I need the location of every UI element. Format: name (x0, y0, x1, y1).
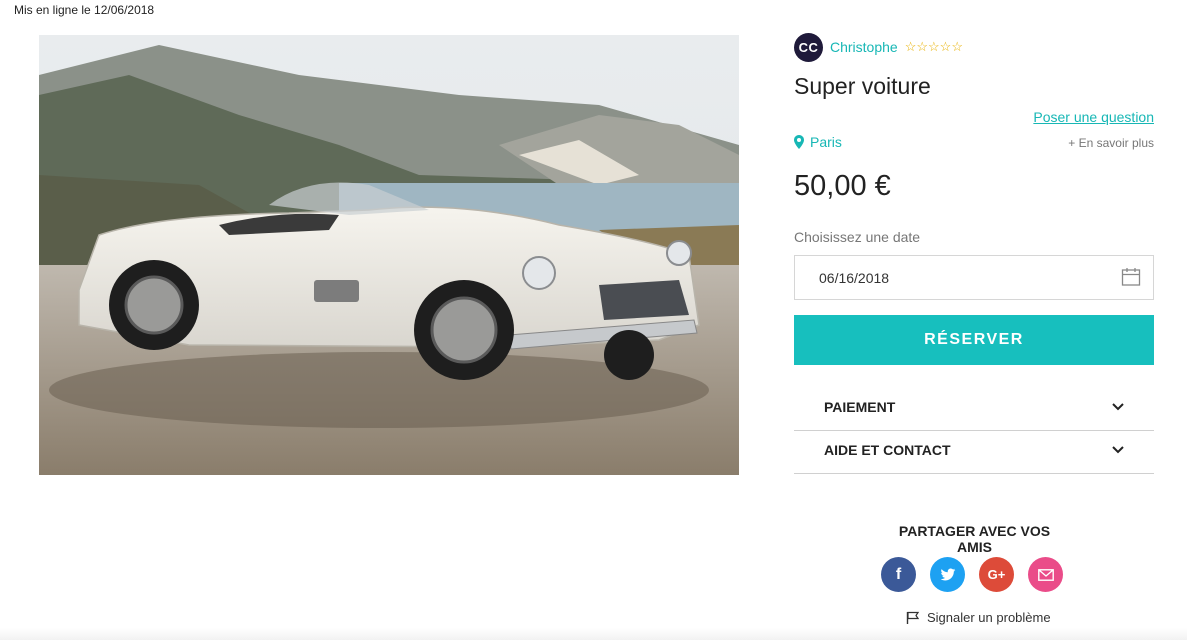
chevron-down-icon (1112, 446, 1124, 454)
share-title: PARTAGER AVEC VOS AMIS (898, 523, 1051, 555)
location[interactable]: Paris (794, 134, 842, 150)
report-label: Signaler un problème (927, 610, 1051, 625)
flag-icon (906, 611, 919, 624)
report-problem-link[interactable]: Signaler un problème (906, 610, 1051, 625)
ask-question-link[interactable]: Poser une question (1033, 109, 1154, 125)
car-image (39, 35, 739, 475)
seller-info: CC Christophe ☆☆☆☆☆ (794, 32, 963, 62)
email-icon (1037, 568, 1054, 581)
reserve-button[interactable]: RÉSERVER (794, 315, 1154, 365)
location-label: Paris (810, 134, 842, 150)
chevron-down-icon (1112, 403, 1124, 411)
date-value: 06/16/2018 (819, 269, 890, 286)
listing-title: Super voiture (794, 73, 931, 99)
facebook-icon: f (895, 565, 902, 583)
twitter-icon (940, 568, 955, 580)
map-pin-icon (794, 135, 804, 149)
accordion-label: AIDE ET CONTACT (824, 442, 951, 458)
accordion-help-contact[interactable]: AIDE ET CONTACT (794, 427, 1154, 474)
accordion-label: PAIEMENT (824, 399, 896, 415)
rating-stars: ☆☆☆☆☆ (904, 39, 963, 54)
learn-more-link[interactable]: + En savoir plus (1068, 136, 1154, 150)
google-plus-icon: G+ (987, 567, 1006, 582)
facebook-share-button[interactable]: f (881, 557, 916, 592)
calendar-icon[interactable] (1121, 267, 1141, 287)
date-picker-input[interactable]: 06/16/2018 (794, 255, 1154, 300)
avatar[interactable]: CC (794, 32, 823, 62)
email-share-button[interactable] (1028, 557, 1063, 592)
accordion-payment[interactable]: PAIEMENT (794, 384, 1154, 431)
page-bottom-divider (0, 628, 1187, 640)
google-plus-share-button[interactable]: G+ (979, 557, 1014, 592)
date-label: Choisissez une date (794, 229, 921, 245)
seller-name-link[interactable]: Christophe (830, 39, 898, 55)
listing-photo[interactable] (39, 35, 739, 475)
twitter-share-button[interactable] (930, 557, 965, 592)
published-date: Mis en ligne le 12/06/2018 (14, 3, 155, 17)
price: 50,00 € (794, 170, 891, 202)
social-share-buttons: f G+ (881, 557, 1063, 592)
